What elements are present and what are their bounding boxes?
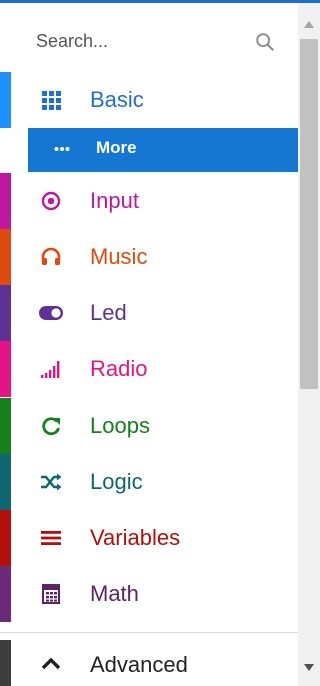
toolbox-panel: Basic More Input Music bbox=[0, 3, 298, 686]
category-color-bar bbox=[0, 285, 11, 341]
category-color-bar bbox=[0, 229, 11, 285]
shuffle-icon bbox=[41, 473, 62, 491]
category-variables[interactable]: Variables bbox=[0, 510, 298, 566]
category-color-bar bbox=[0, 640, 11, 686]
category-label: Variables bbox=[90, 525, 181, 550]
scroll-up-arrow-icon[interactable] bbox=[304, 21, 314, 28]
category-label: Led bbox=[90, 300, 127, 325]
scrollbar-thumb[interactable] bbox=[300, 39, 318, 389]
toggle-icon bbox=[39, 306, 63, 320]
category-label: Music bbox=[90, 244, 148, 269]
category-basic[interactable]: Basic bbox=[0, 72, 298, 128]
calculator-icon bbox=[42, 584, 60, 604]
category-loops[interactable]: Loops bbox=[0, 398, 298, 454]
category-color-bar bbox=[0, 454, 11, 510]
category-label: Input bbox=[90, 188, 139, 213]
target-icon bbox=[41, 191, 61, 211]
category-math[interactable]: Math bbox=[0, 566, 298, 622]
scrollbar[interactable] bbox=[298, 3, 320, 686]
dots-icon bbox=[54, 147, 70, 151]
category-logic[interactable]: Logic bbox=[0, 454, 298, 510]
category-color-bar bbox=[0, 510, 11, 566]
category-label: Math bbox=[90, 581, 139, 606]
category-advanced[interactable]: Advanced bbox=[0, 640, 298, 686]
search-icon[interactable] bbox=[254, 31, 276, 53]
category-color-bar bbox=[0, 72, 11, 128]
category-label: More bbox=[96, 138, 137, 157]
list-icon bbox=[41, 531, 61, 545]
signal-bars-icon bbox=[41, 361, 60, 378]
category-radio[interactable]: Radio bbox=[0, 341, 298, 397]
category-color-bar bbox=[0, 398, 11, 454]
category-label: Basic bbox=[90, 87, 144, 112]
category-input[interactable]: Input bbox=[0, 173, 298, 229]
refresh-icon bbox=[42, 417, 60, 436]
category-more[interactable]: More bbox=[28, 128, 298, 172]
category-label: Loops bbox=[90, 413, 150, 438]
category-led[interactable]: Led bbox=[0, 285, 298, 341]
search-bar bbox=[0, 3, 298, 69]
category-music[interactable]: Music bbox=[0, 229, 298, 285]
category-color-bar bbox=[0, 566, 11, 622]
headphones-icon bbox=[41, 247, 61, 265]
category-label: Advanced bbox=[90, 652, 188, 677]
divider bbox=[0, 632, 298, 633]
category-color-bar bbox=[0, 341, 11, 397]
scroll-down-arrow-icon[interactable] bbox=[304, 664, 314, 671]
search-input[interactable] bbox=[34, 25, 248, 57]
grid-icon bbox=[42, 91, 61, 110]
category-color-bar bbox=[0, 173, 11, 229]
category-label: Radio bbox=[90, 356, 148, 381]
category-label: Logic bbox=[90, 469, 143, 494]
chevron-up-icon bbox=[41, 657, 61, 670]
